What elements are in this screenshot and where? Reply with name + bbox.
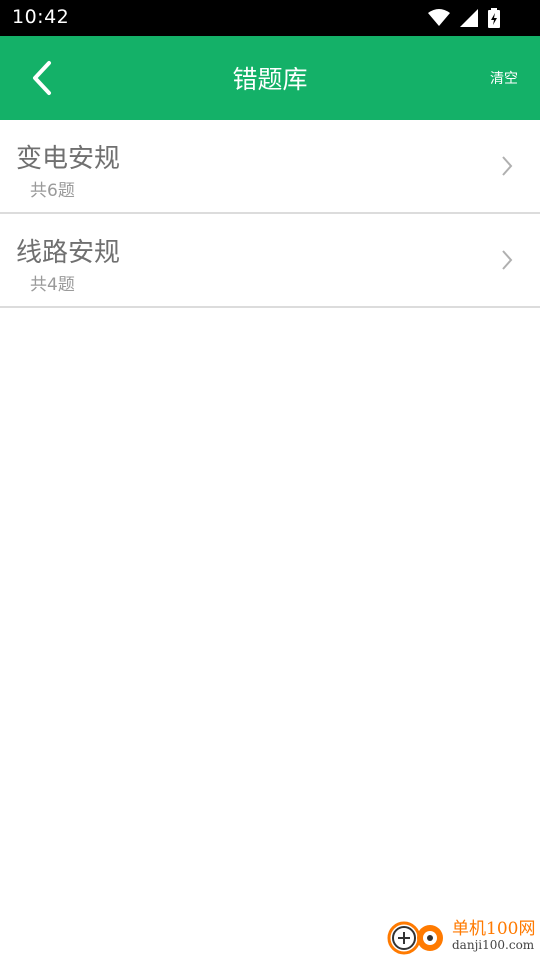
wifi-icon (428, 9, 450, 26)
app-bar: 错题库 清空 (0, 36, 540, 120)
question-count: 共6题 (30, 181, 75, 201)
category-name: 线路安规 (16, 238, 121, 268)
page-title: 错题库 (232, 65, 308, 94)
mistake-category-list: 变电安规 共6题 线路安规 共4题 (0, 120, 540, 308)
danji-logo-icon (387, 921, 443, 955)
status-time: 10:42 (12, 6, 70, 28)
question-count: 共4题 (30, 275, 75, 295)
watermark: 单机100网 danji100.com (386, 914, 536, 958)
watermark-brand: 单机100网 (452, 919, 536, 939)
watermark-domain: danji100.com (452, 938, 535, 952)
status-icons (428, 8, 500, 28)
chevron-right-icon (502, 156, 513, 176)
list-item[interactable]: 变电安规 共6题 (0, 120, 540, 214)
list-item[interactable]: 线路安规 共4题 (0, 214, 540, 308)
clear-button[interactable]: 清空 (490, 68, 518, 88)
category-name: 变电安规 (16, 144, 121, 174)
battery-charging-icon (488, 8, 500, 28)
status-bar: 10:42 (0, 0, 540, 36)
signal-icon (460, 9, 478, 27)
chevron-right-icon (502, 250, 513, 270)
